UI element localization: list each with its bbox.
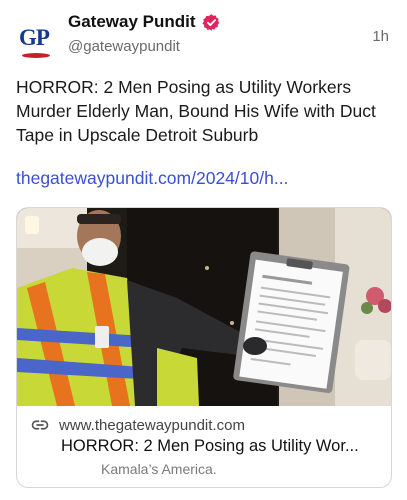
post-timestamp: 1h xyxy=(372,28,389,45)
verified-badge-icon xyxy=(202,13,219,31)
avatar-logo-text: GP xyxy=(19,25,50,50)
author-name[interactable]: Gateway Pundit xyxy=(68,12,196,32)
post-text: HORROR: 2 Men Posing as Utility Workers … xyxy=(16,77,376,145)
logo-swoosh xyxy=(22,53,50,58)
card-subtitle: Kamala’s America. xyxy=(101,461,217,477)
card-image[interactable] xyxy=(17,208,391,406)
author-avatar[interactable]: GP xyxy=(12,18,56,62)
link-icon xyxy=(31,420,49,430)
author-handle[interactable]: @gatewaypundit xyxy=(68,38,180,55)
author-name-row: Gateway Pundit xyxy=(68,12,221,32)
social-post: GP Gateway Pundit @gatewaypundit 1h HORR… xyxy=(0,0,407,500)
post-link[interactable]: thegatewaypundit.com/2024/10/h... xyxy=(16,168,288,189)
link-preview-card[interactable]: www.thegatewaypundit.com HORROR: 2 Men P… xyxy=(16,207,392,488)
card-domain-row: www.thegatewaypundit.com xyxy=(31,416,245,434)
preview-photo xyxy=(17,208,391,406)
card-domain: www.thegatewaypundit.com xyxy=(59,416,245,434)
card-title[interactable]: HORROR: 2 Men Posing as Utility Wor... xyxy=(61,437,359,456)
